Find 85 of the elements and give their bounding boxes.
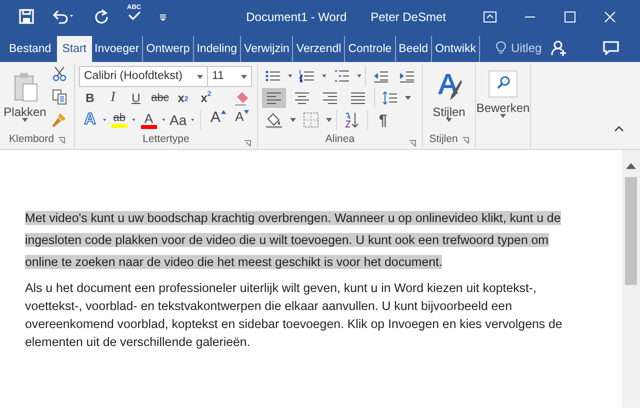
undo-icon xyxy=(52,9,76,24)
italic-button[interactable]: I xyxy=(102,88,124,108)
caret-icon xyxy=(132,118,136,122)
window-title: Document1 - Word xyxy=(246,8,347,26)
caret-icon xyxy=(290,118,296,122)
caret-icon xyxy=(162,118,166,122)
add-person-icon xyxy=(551,40,567,56)
caret-icon xyxy=(288,74,292,78)
text-line: elementen uit de verschillende galerieën. xyxy=(25,335,250,349)
comment-icon xyxy=(603,40,619,54)
align-left-icon xyxy=(266,91,282,105)
align-center-icon xyxy=(294,91,310,105)
scroll-up-icon[interactable] xyxy=(626,162,636,169)
chevron-up-icon xyxy=(614,126,624,132)
caret-icon xyxy=(103,118,106,122)
save-icon xyxy=(19,9,34,24)
menu-icon xyxy=(159,12,168,20)
tell-me-field[interactable]: Uitleg xyxy=(510,38,542,56)
line-spacing-icon xyxy=(382,91,398,105)
close-icon xyxy=(604,10,616,22)
copy-icon xyxy=(52,89,66,105)
dialog-launcher-icon[interactable] xyxy=(462,136,469,144)
dialog-launcher-icon[interactable] xyxy=(244,140,251,147)
group-label: Klembord xyxy=(9,132,54,148)
eraser-icon xyxy=(234,90,250,106)
show-formatting-button[interactable]: ¶ xyxy=(372,110,394,130)
redo-icon xyxy=(94,9,109,24)
font-color-button[interactable]: A xyxy=(138,109,160,131)
ribbon-display-icon xyxy=(483,10,497,22)
caret-icon xyxy=(500,114,506,118)
group-label: Stijlen xyxy=(429,132,458,148)
text-line: voettekst-, voorblad- en tekstvakontwerpen die elkaar aanvullen. U kunt bijvoorbeeld een xyxy=(25,299,512,313)
align-justify-icon xyxy=(350,91,366,105)
scrollbar[interactable] xyxy=(622,150,640,408)
caret-icon xyxy=(22,118,28,122)
caret-icon xyxy=(326,118,332,122)
text-line: Als u het document een professioneler uiterlijk wilt geven, kunt u in Word kiezen uit koptekst-, xyxy=(25,281,536,295)
strikethrough-button[interactable]: abc xyxy=(149,88,171,108)
increase-indent-icon xyxy=(399,69,415,83)
numbered-list-icon xyxy=(299,69,316,83)
ribbon-tab[interactable]: Bestand xyxy=(3,36,58,62)
shrink-font-button[interactable]: A xyxy=(231,110,253,130)
group-label: Lettertype xyxy=(142,132,190,148)
superscript-button[interactable]: x$^{2}$ xyxy=(195,88,217,108)
bold-button[interactable]: B xyxy=(79,88,101,108)
decrease-indent-icon xyxy=(373,69,389,83)
styles-icon xyxy=(436,72,462,102)
styles-button[interactable]: Stijlen xyxy=(427,64,471,130)
dialog-launcher-icon[interactable] xyxy=(58,136,65,144)
paintbrush-icon xyxy=(51,112,67,128)
align-right-icon xyxy=(322,91,338,105)
scissors-icon xyxy=(52,66,66,82)
scroll-thumb[interactable] xyxy=(625,177,637,285)
caret-icon xyxy=(197,74,203,78)
caret-icon xyxy=(446,118,452,122)
user-name[interactable]: Peter DeSmet xyxy=(370,8,446,26)
font-name-dropdown[interactable]: Calibri (Hoofdtekst) xyxy=(79,66,208,87)
borders-icon xyxy=(303,112,319,128)
search-icon xyxy=(488,70,518,98)
up-triangle-icon xyxy=(220,110,226,114)
change-case-button[interactable]: Aa xyxy=(167,109,190,131)
text-line: overeenkomend voorblad, koptekst en sidebar toevoegen. Klik op Invoegen en kies vervolgens de xyxy=(25,317,562,331)
maximize-icon xyxy=(564,10,576,22)
down-triangle-icon xyxy=(244,110,249,114)
ribbon-tab[interactable]: Start xyxy=(57,36,92,62)
group-label: Alinea xyxy=(325,132,355,148)
caret-icon xyxy=(356,74,362,78)
caret-icon xyxy=(191,118,194,122)
align-left-button[interactable] xyxy=(262,88,286,108)
bulleted-list-icon xyxy=(265,69,281,83)
lightbulb-icon xyxy=(496,40,506,54)
multilevel-list-icon xyxy=(334,69,350,83)
underline-button[interactable]: U xyxy=(125,88,147,108)
sort-icon xyxy=(344,112,360,128)
grow-font-button[interactable]: A xyxy=(207,110,229,130)
font-size-dropdown[interactable]: 11 xyxy=(208,66,252,87)
clipboard-icon xyxy=(12,72,38,102)
caret-icon xyxy=(322,74,327,78)
caret-icon xyxy=(241,74,247,78)
dialog-launcher-icon[interactable] xyxy=(409,140,416,147)
highlight-button[interactable]: ab xyxy=(108,109,130,131)
caret-icon xyxy=(405,96,411,100)
paint-bucket-icon xyxy=(265,112,283,128)
paste-button[interactable]: Plakken xyxy=(4,64,46,130)
check-icon xyxy=(128,11,141,20)
